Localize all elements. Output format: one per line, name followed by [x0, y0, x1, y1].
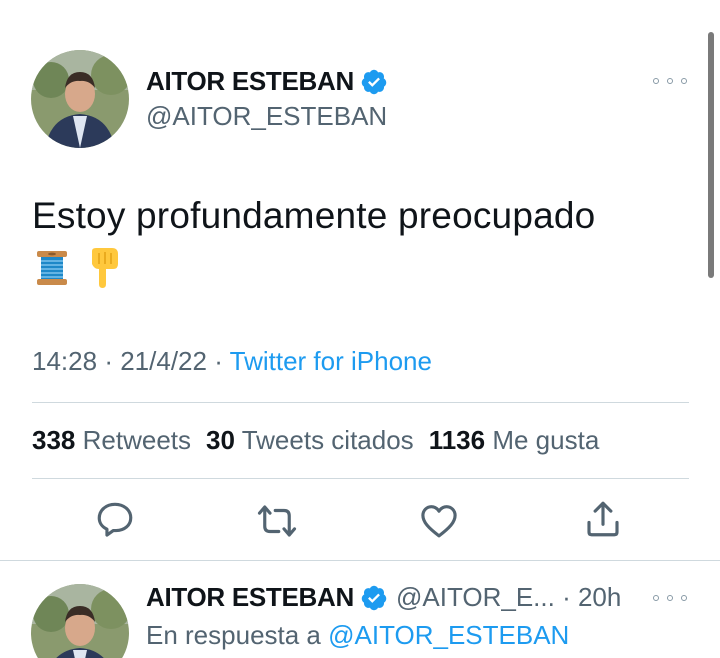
tweet-text: Estoy profundamente preocupado: [32, 195, 596, 236]
tweet-date[interactable]: 21/4/22: [120, 346, 207, 376]
quotes-label: Tweets citados: [241, 425, 414, 455]
meta-separator: ·: [562, 582, 571, 612]
retweets-label: Retweets: [82, 425, 192, 455]
emoji-row: [32, 247, 122, 289]
likes-count: 1136: [428, 425, 486, 455]
scrollbar[interactable]: [708, 32, 714, 278]
reply-age[interactable]: 20h: [578, 582, 621, 612]
divider: [32, 478, 689, 479]
likes-label: Me gusta: [492, 425, 600, 455]
author-name[interactable]: AITOR ESTEBAN: [146, 66, 354, 97]
avatar[interactable]: [31, 50, 129, 148]
in-reply-to-prefix: En respuesta a: [146, 620, 321, 650]
reply-avatar[interactable]: [31, 584, 129, 658]
divider: [32, 402, 689, 403]
retweets-count: 338: [32, 425, 76, 455]
quotes-count: 30: [206, 425, 235, 455]
meta-separator: ·: [214, 346, 223, 376]
tweet-meta: 14:28 · 21/4/22 · Twitter for iPhone: [32, 346, 432, 377]
verified-badge-icon: [361, 585, 387, 610]
reply-author-row: AITOR ESTEBAN @AITOR_E... · 20h: [146, 582, 621, 613]
tweet-source-link[interactable]: Twitter for iPhone: [230, 346, 432, 376]
author-handle[interactable]: @AITOR_ESTEBAN: [146, 101, 387, 132]
divider: [0, 560, 720, 561]
in-reply-to-mention[interactable]: @AITOR_ESTEBAN: [328, 620, 569, 650]
tweet-stats: 338 Retweets 30 Tweets citados 1136 Me g…: [32, 425, 599, 456]
pointing-down-hand-emoji: [92, 248, 118, 288]
retweet-icon[interactable]: [256, 500, 298, 542]
reply-more-options-icon[interactable]: [653, 592, 687, 604]
verified-badge-icon: [361, 69, 387, 94]
reply-author-name[interactable]: AITOR ESTEBAN: [146, 582, 354, 613]
likes-stat[interactable]: 1136 Me gusta: [429, 425, 600, 456]
reply-icon[interactable]: [94, 498, 136, 540]
share-icon[interactable]: [582, 498, 624, 540]
more-options-icon[interactable]: [653, 75, 687, 87]
spool-of-thread-emoji: [37, 251, 67, 285]
in-reply-to-line: En respuesta a @AITOR_ESTEBAN: [146, 620, 569, 651]
retweets-stat[interactable]: 338 Retweets: [32, 425, 191, 456]
like-icon[interactable]: [418, 500, 460, 542]
tweet-time[interactable]: 14:28: [32, 346, 97, 376]
author-name-row: AITOR ESTEBAN: [146, 66, 388, 97]
meta-separator: ·: [104, 346, 113, 376]
reply-author-handle[interactable]: @AITOR_E...: [396, 582, 555, 612]
quotes-stat[interactable]: 30 Tweets citados: [206, 425, 414, 456]
